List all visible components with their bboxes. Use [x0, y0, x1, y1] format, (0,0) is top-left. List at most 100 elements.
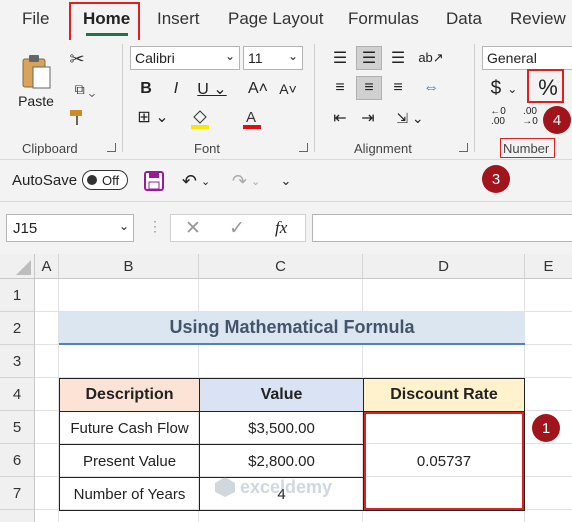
cell-description[interactable]: Present Value — [59, 444, 200, 478]
orientation-icon[interactable]: ab↗ — [418, 46, 444, 70]
number-group-highlight — [500, 138, 555, 158]
chevron-down-icon: ⌄ — [225, 49, 236, 63]
chevron-down-icon: ⌄ — [288, 49, 299, 63]
step-badge-4: 4 — [543, 106, 571, 134]
tab-review[interactable]: Review — [510, 9, 566, 29]
font-color-icon[interactable]: A — [240, 106, 264, 130]
number-format-dropdown[interactable]: General — [482, 46, 572, 70]
header-description[interactable]: Description — [59, 378, 200, 412]
copy-icon[interactable]: ⧉ ⌄ — [66, 78, 104, 100]
format-painter-icon[interactable] — [66, 106, 88, 128]
cell-description[interactable]: Future Cash Flow — [59, 411, 200, 445]
tab-insert[interactable]: Insert — [157, 9, 200, 29]
column-header-c[interactable]: C — [199, 254, 363, 279]
tab-formulas[interactable]: Formulas — [348, 9, 419, 29]
clipboard-group-label: Clipboard — [22, 141, 78, 156]
font-size-value: 11 — [248, 50, 263, 66]
increase-decimal-icon[interactable]: ←0.00 — [484, 104, 512, 130]
paste-icon — [22, 55, 51, 89]
percent-button-highlight — [527, 69, 564, 103]
borders-icon[interactable]: ⊞ ⌄ — [134, 106, 172, 128]
bold-icon[interactable]: B — [136, 78, 156, 100]
font-name-value: Calibri — [135, 50, 175, 66]
dollar-icon: $ — [490, 78, 502, 99]
row-header-8[interactable] — [0, 510, 35, 522]
row-header-7[interactable]: 7 — [0, 477, 35, 510]
enter-icon[interactable]: ✓ — [229, 217, 245, 240]
svg-text:A: A — [246, 109, 256, 126]
autosave-toggle[interactable]: Off — [82, 170, 128, 190]
row-header-4[interactable]: 4 — [0, 378, 35, 411]
cut-icon[interactable]: ✂ — [66, 48, 88, 70]
paste-label: Paste — [18, 93, 54, 109]
watermark-logo-icon — [215, 477, 235, 497]
watermark-text: exceldemy — [240, 476, 333, 497]
step-badge-1: 1 — [532, 414, 560, 442]
row-header-1[interactable]: 1 — [0, 279, 35, 312]
increase-indent-icon[interactable]: ⇥ — [356, 106, 380, 130]
row-header-6[interactable]: 6 — [0, 444, 35, 477]
align-bottom-icon[interactable]: ☰ — [386, 46, 410, 70]
redo-icon[interactable]: ↷ ⌄ — [226, 169, 266, 193]
sheet-title[interactable]: Using Mathematical Formula — [59, 312, 525, 345]
header-discount-rate[interactable]: Discount Rate — [363, 378, 525, 412]
decrease-decimal-icon[interactable]: .00 →0 — [516, 104, 544, 130]
row-header-5[interactable]: 5 — [0, 411, 35, 444]
cancel-icon[interactable]: ✕ — [185, 217, 201, 240]
cell-value[interactable]: $3,500.00 — [199, 411, 364, 445]
formula-bar-grip-icon: ⋮ — [148, 218, 162, 234]
home-tab-highlight — [69, 2, 140, 42]
autosave-state: Off — [102, 173, 120, 188]
currency-button[interactable]: $ ⌄ — [484, 76, 524, 102]
font-name-dropdown[interactable]: Calibri ⌄ — [130, 46, 240, 70]
font-size-dropdown[interactable]: 11 ⌄ — [243, 46, 303, 70]
decrease-font-icon[interactable]: A˅ — [276, 78, 300, 100]
alignment-launcher-icon[interactable] — [459, 143, 468, 152]
save-icon[interactable] — [142, 169, 166, 193]
header-value[interactable]: Value — [199, 378, 364, 412]
align-center-icon[interactable]: ≡ — [356, 76, 382, 100]
formula-input[interactable] — [312, 214, 572, 242]
align-left-icon[interactable]: ≡ — [328, 76, 352, 100]
merge-center-icon[interactable]: ⇲ ⌄ — [390, 106, 430, 130]
ribbon-separator — [474, 44, 475, 152]
toggle-knob — [87, 175, 97, 185]
ribbon-separator — [122, 44, 123, 152]
tab-data[interactable]: Data — [446, 9, 482, 29]
column-header-a[interactable]: A — [35, 254, 59, 279]
clipboard-launcher-icon[interactable] — [107, 143, 116, 152]
tab-file[interactable]: File — [22, 9, 49, 29]
tab-page-layout[interactable]: Page Layout — [228, 9, 323, 29]
increase-font-icon[interactable]: A˄ — [246, 78, 270, 100]
column-header-d[interactable]: D — [363, 254, 525, 279]
undo-icon[interactable]: ↶ ⌄ — [176, 169, 216, 193]
align-middle-icon[interactable]: ☰ — [356, 46, 382, 70]
insert-function-icon[interactable]: fx — [275, 218, 287, 238]
wrap-text-icon[interactable]: ⇔ — [418, 76, 444, 100]
name-box[interactable]: J15 ⌄ — [6, 214, 134, 242]
italic-icon[interactable]: I — [166, 78, 186, 100]
chevron-down-icon: ⌄ — [119, 219, 130, 233]
font-launcher-icon[interactable] — [299, 143, 308, 152]
watermark: exceldemy — [214, 476, 332, 498]
align-top-icon[interactable]: ☰ — [328, 46, 352, 70]
cell-description[interactable]: Number of Years — [59, 477, 200, 511]
select-all-corner[interactable] — [0, 254, 35, 279]
underline-icon[interactable]: U ⌄ — [194, 78, 230, 100]
formula-bar-buttons: ✕ ✓ fx — [170, 214, 306, 242]
align-right-icon[interactable]: ≡ — [386, 76, 410, 100]
cell-value[interactable]: $2,800.00 — [199, 444, 364, 478]
autosave-label: AutoSave — [12, 172, 78, 189]
step-badge-3: 3 — [482, 165, 510, 193]
formula-bar-area: J15 ⌄ ⋮ ✕ ✓ fx — [0, 202, 572, 254]
decrease-indent-icon[interactable]: ⇤ — [328, 106, 352, 130]
result-cell-highlight — [364, 412, 524, 510]
fill-color-icon[interactable] — [188, 106, 212, 130]
customize-qat-icon[interactable]: ⌄ — [276, 169, 296, 193]
row-header-3[interactable]: 3 — [0, 345, 35, 378]
row-header-2[interactable]: 2 — [0, 312, 35, 345]
chevron-down-icon: ⌄ — [507, 82, 518, 96]
column-header-b[interactable]: B — [59, 254, 199, 279]
column-header-e[interactable]: E — [525, 254, 572, 279]
paste-button[interactable]: Paste — [14, 50, 58, 112]
